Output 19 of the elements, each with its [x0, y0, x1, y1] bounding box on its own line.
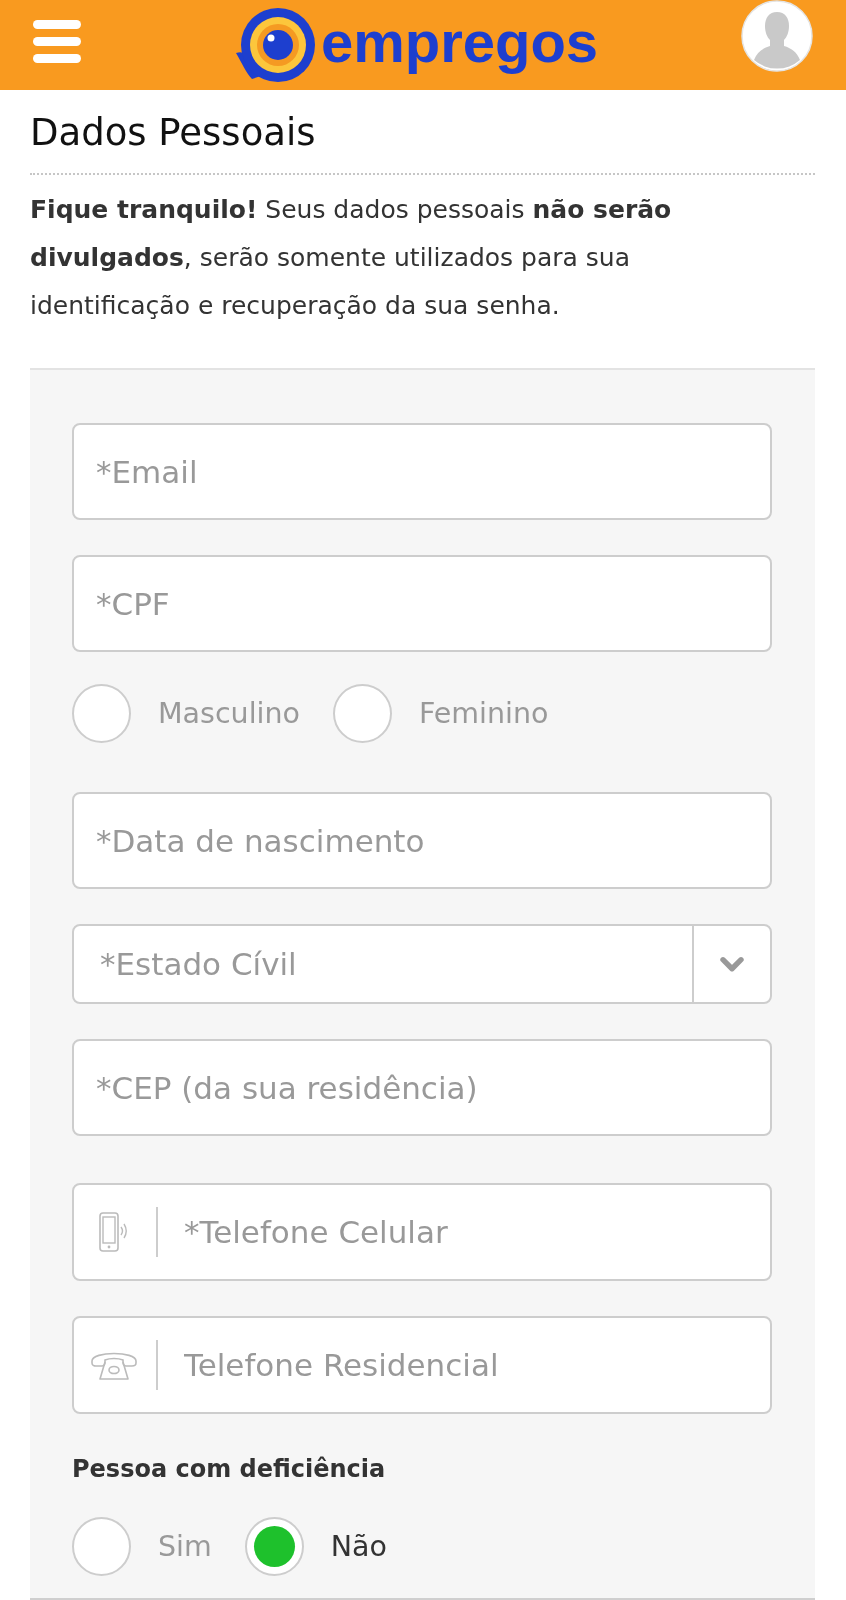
mobile-phone-icon: [99, 1212, 129, 1252]
text-field[interactable]: *Email: [72, 423, 772, 520]
select-field[interactable]: *Estado Cívil: [72, 924, 772, 1004]
text-field[interactable]: *Data de nascimento: [72, 792, 772, 889]
group-label: Pessoa com deficiência: [72, 1454, 387, 1484]
radio-label[interactable]: Feminino: [419, 697, 549, 730]
section-title: Dados Pessoais: [30, 111, 317, 155]
avatar-icon[interactable]: [741, 0, 813, 72]
menu-icon[interactable]: [33, 19, 81, 63]
phone-field[interactable]: *Telefone Celular: [72, 1183, 772, 1281]
privacy-notice: Fique tranquilo! Seus dados pessoais não serão divulgados, serão somente utilizados para sua identificação e recuperação da sua senha.: [30, 194, 673, 322]
text-field[interactable]: *CPF: [72, 555, 772, 652]
radio-label[interactable]: Masculino: [158, 697, 300, 730]
text-field[interactable]: *CEP (da sua residência): [72, 1039, 772, 1136]
radio-label[interactable]: Não: [330, 1530, 387, 1563]
phone-field[interactable]: Telefone Residencial: [72, 1316, 772, 1414]
chevron-down-icon: [719, 955, 745, 973]
eye-logo-icon: [233, 7, 316, 83]
radio-label[interactable]: Sim: [158, 1530, 212, 1563]
